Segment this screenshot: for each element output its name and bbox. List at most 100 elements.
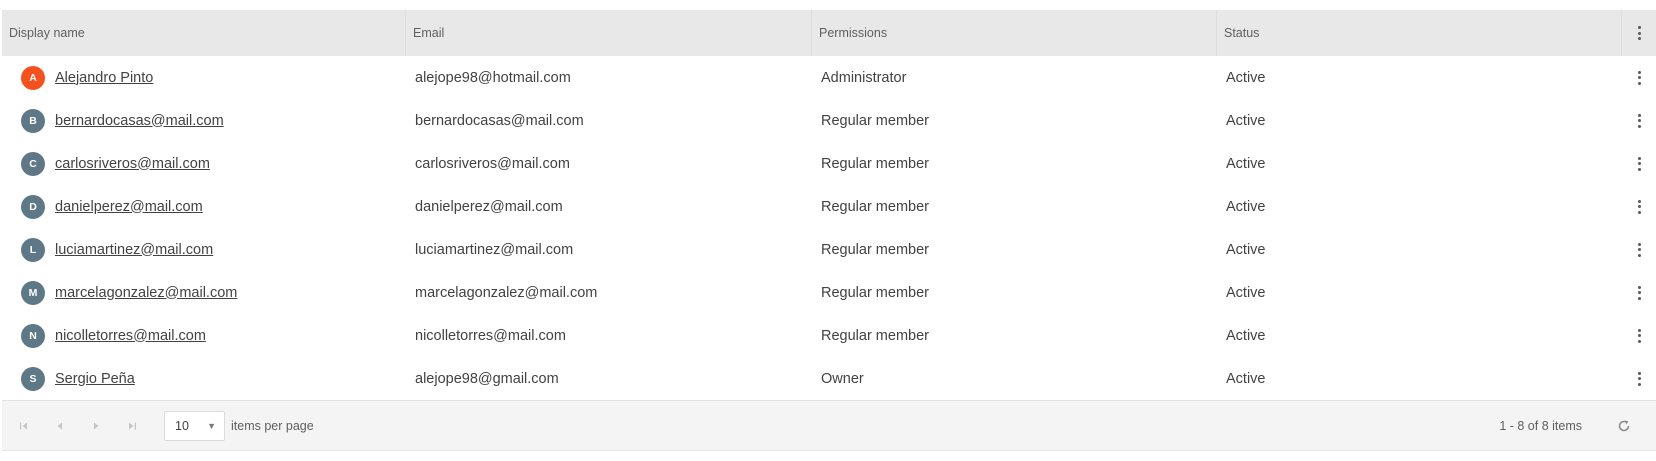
status-cell: Active	[1217, 185, 1622, 228]
user-name-link[interactable]: Alejandro Pinto	[55, 70, 153, 86]
pager-nav	[6, 408, 150, 444]
more-vertical-icon[interactable]	[1634, 371, 1644, 386]
last-page-icon[interactable]	[114, 408, 150, 444]
email-cell: carlosriveros@mail.com	[406, 142, 812, 185]
pager: 10 ▼ items per page 1 - 8 of 8 items	[2, 400, 1656, 450]
email-cell: marcelagonzalez@mail.com	[406, 271, 812, 314]
display-name-cell: A Alejandro Pinto	[2, 56, 406, 99]
status-cell: Active	[1217, 314, 1622, 357]
permissions-text: Owner	[821, 370, 864, 387]
email-text: bernardocasas@mail.com	[415, 112, 584, 129]
refresh-icon[interactable]	[1614, 416, 1634, 436]
page-size-value: 10	[175, 418, 189, 433]
more-vertical-icon[interactable]	[1634, 156, 1644, 171]
grid-body: A Alejandro Pinto alejope98@hotmail.com …	[2, 56, 1656, 400]
display-name-cell: M marcelagonzalez@mail.com	[2, 271, 406, 314]
permissions-cell: Regular member	[812, 142, 1217, 185]
table-row: L luciamartinez@mail.com luciamartinez@m…	[2, 228, 1656, 271]
users-grid: Display name Email Permissions Status A …	[2, 10, 1656, 451]
permissions-text: Regular member	[821, 198, 929, 215]
more-vertical-icon[interactable]	[1634, 285, 1644, 300]
status-text: Active	[1226, 155, 1266, 172]
table-row: N nicolletorres@mail.com nicolletorres@m…	[2, 314, 1656, 357]
status-text: Active	[1226, 284, 1266, 301]
status-cell: Active	[1217, 56, 1622, 99]
avatar: B	[21, 108, 45, 133]
display-name-cell: N nicolletorres@mail.com	[2, 314, 406, 357]
status-text: Active	[1226, 241, 1266, 258]
email-text: alejope98@gmail.com	[415, 370, 559, 387]
permissions-text: Regular member	[821, 241, 929, 258]
column-header-email[interactable]: Email	[406, 10, 812, 56]
status-text: Active	[1226, 370, 1266, 387]
more-vertical-icon[interactable]	[1634, 242, 1644, 257]
column-header-permissions[interactable]: Permissions	[812, 10, 1217, 56]
table-row: B bernardocasas@mail.com bernardocasas@m…	[2, 99, 1656, 142]
table-row: C carlosriveros@mail.com carlosriveros@m…	[2, 142, 1656, 185]
column-menu-icon[interactable]	[1634, 26, 1644, 40]
chevron-down-icon: ▼	[207, 420, 216, 431]
email-text: luciamartinez@mail.com	[415, 241, 574, 258]
display-name-cell: D danielperez@mail.com	[2, 185, 406, 228]
status-text: Active	[1226, 198, 1266, 215]
avatar: C	[21, 151, 45, 176]
email-cell: luciamartinez@mail.com	[406, 228, 812, 271]
email-cell: bernardocasas@mail.com	[406, 99, 812, 142]
more-vertical-icon[interactable]	[1634, 328, 1644, 343]
email-text: carlosriveros@mail.com	[415, 155, 570, 172]
status-cell: Active	[1217, 228, 1622, 271]
previous-page-icon[interactable]	[42, 408, 78, 444]
pager-info: 1 - 8 of 8 items	[1499, 418, 1582, 433]
display-name-cell: B bernardocasas@mail.com	[2, 99, 406, 142]
status-text: Active	[1226, 69, 1266, 86]
permissions-cell: Regular member	[812, 271, 1217, 314]
permissions-cell: Regular member	[812, 99, 1217, 142]
more-vertical-icon[interactable]	[1634, 70, 1644, 85]
display-name-cell: S Sergio Peña	[2, 357, 406, 400]
permissions-text: Regular member	[821, 155, 929, 172]
user-name-link[interactable]: bernardocasas@mail.com	[55, 113, 224, 129]
table-row: S Sergio Peña alejope98@gmail.com Owner …	[2, 357, 1656, 400]
email-text: marcelagonzalez@mail.com	[415, 284, 598, 301]
user-name-link[interactable]: luciamartinez@mail.com	[55, 242, 213, 258]
avatar: M	[21, 280, 45, 305]
table-row: D danielperez@mail.com danielperez@mail.…	[2, 185, 1656, 228]
next-page-icon[interactable]	[78, 408, 114, 444]
display-name-cell: C carlosriveros@mail.com	[2, 142, 406, 185]
status-text: Active	[1226, 327, 1266, 344]
avatar: A	[21, 65, 45, 90]
status-cell: Active	[1217, 99, 1622, 142]
permissions-text: Administrator	[821, 69, 907, 86]
email-cell: nicolletorres@mail.com	[406, 314, 812, 357]
user-name-link[interactable]: carlosriveros@mail.com	[55, 156, 210, 172]
more-vertical-icon[interactable]	[1634, 113, 1644, 128]
avatar: N	[21, 323, 45, 348]
first-page-icon[interactable]	[6, 408, 42, 444]
table-row: M marcelagonzalez@mail.com marcelagonzal…	[2, 271, 1656, 314]
column-header-status[interactable]: Status	[1217, 10, 1622, 56]
more-vertical-icon[interactable]	[1634, 199, 1644, 214]
page-size-select[interactable]: 10 ▼	[164, 410, 225, 441]
items-per-page-label: items per page	[231, 418, 314, 433]
permissions-text: Regular member	[821, 327, 929, 344]
permissions-text: Regular member	[821, 284, 929, 301]
permissions-cell: Administrator	[812, 56, 1217, 99]
user-name-link[interactable]: Sergio Peña	[55, 371, 135, 387]
display-name-cell: L luciamartinez@mail.com	[2, 228, 406, 271]
email-text: nicolletorres@mail.com	[415, 327, 566, 344]
user-name-link[interactable]: nicolletorres@mail.com	[55, 328, 206, 344]
status-cell: Active	[1217, 271, 1622, 314]
email-cell: alejope98@gmail.com	[406, 357, 812, 400]
email-text: danielperez@mail.com	[415, 198, 563, 215]
permissions-text: Regular member	[821, 112, 929, 129]
user-name-link[interactable]: marcelagonzalez@mail.com	[55, 285, 237, 301]
user-name-link[interactable]: danielperez@mail.com	[55, 199, 203, 215]
permissions-cell: Regular member	[812, 228, 1217, 271]
table-row: A Alejandro Pinto alejope98@hotmail.com …	[2, 56, 1656, 99]
avatar: L	[21, 237, 45, 262]
column-header-display-name[interactable]: Display name	[2, 10, 406, 56]
email-text: alejope98@hotmail.com	[415, 69, 571, 86]
status-cell: Active	[1217, 142, 1622, 185]
permissions-cell: Regular member	[812, 185, 1217, 228]
permissions-cell: Regular member	[812, 314, 1217, 357]
